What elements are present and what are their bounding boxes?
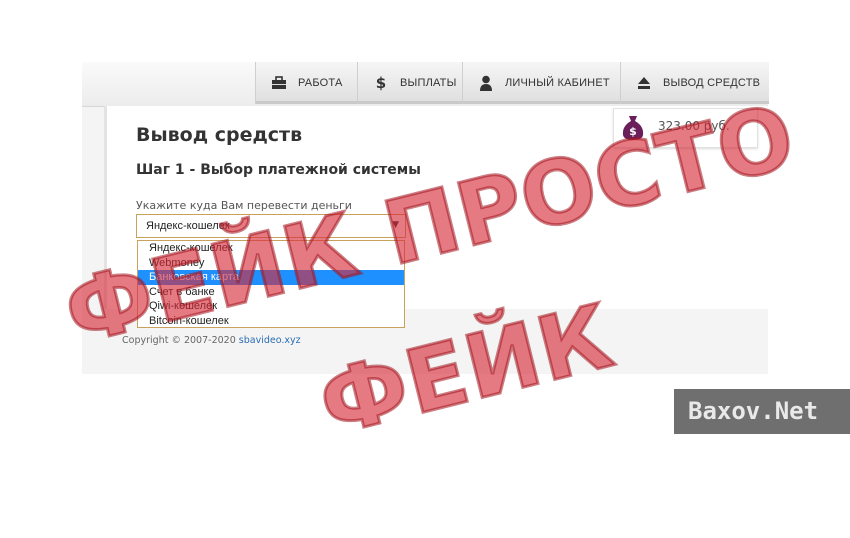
nav-item-label: ВЫПЛАТЫ <box>400 77 457 89</box>
nav-item-label: ВЫВОД СРЕДСТВ <box>663 77 761 89</box>
svg-text:$: $ <box>629 125 637 138</box>
chevron-down-icon: ▼ <box>392 220 399 230</box>
footer: Copyright © 2007-2020 sbavideo.xyz <box>122 335 301 346</box>
option-bitcoin[interactable]: Bitcoin-кошелек <box>138 314 404 329</box>
nav-item-withdraw[interactable]: ВЫВОД СРЕДСТВ <box>620 62 769 104</box>
select-current-value: Яндекс-кошелек <box>146 220 230 232</box>
payment-system-select[interactable]: Яндекс-кошелек ▼ <box>136 214 406 238</box>
footer-site-link[interactable]: sbavideo.xyz <box>239 335 301 346</box>
nav-item-work[interactable]: РАБОТА <box>255 62 358 104</box>
option-bank-card[interactable]: Банковская карта <box>138 270 404 285</box>
option-yandex[interactable]: Яндекс-кошелек <box>138 241 404 256</box>
option-webmoney[interactable]: Webmoney <box>138 256 404 271</box>
nav-item-label: РАБОТА <box>298 77 343 89</box>
nav-item-payouts[interactable]: $ ВЫПЛАТЫ <box>357 62 463 104</box>
copyright-text: Copyright © 2007-2020 <box>122 335 236 346</box>
payment-options-dropdown[interactable]: Яндекс-кошелек Webmoney Банковская карта… <box>137 240 405 328</box>
step-title: Шаг 1 - Выбор платежной системы <box>136 162 421 178</box>
watermark-text: Baxov.Net <box>688 397 819 425</box>
eject-icon <box>635 74 653 92</box>
option-qiwi[interactable]: Qiwi-кошелек <box>138 299 404 314</box>
nav-item-label: ЛИЧНЫЙ КАБИНЕТ <box>505 77 610 89</box>
watermark: Baxov.Net <box>674 389 850 434</box>
user-icon <box>477 74 495 92</box>
option-bank-account[interactable]: Счет в банке <box>138 285 404 300</box>
select-hint-label: Укажите куда Вам перевести деньги <box>136 199 352 212</box>
balance-widget: $ 323.00 руб. <box>613 108 758 148</box>
dollar-icon: $ <box>375 74 387 92</box>
money-bag-icon: $ <box>621 114 645 141</box>
briefcase-icon <box>270 74 288 92</box>
nav-item-account[interactable]: ЛИЧНЫЙ КАБИНЕТ <box>462 62 621 104</box>
page-title: Вывод средств <box>136 124 303 146</box>
balance-amount: 323.00 руб. <box>658 119 730 133</box>
